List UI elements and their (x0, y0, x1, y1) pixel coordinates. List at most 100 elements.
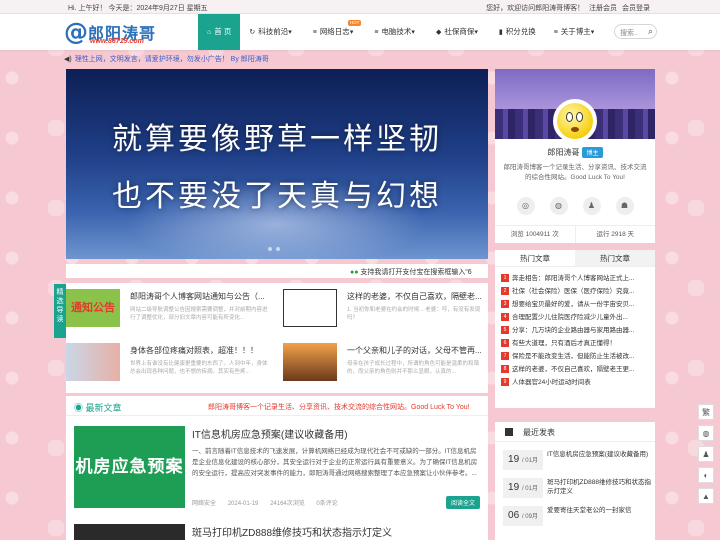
contrast-toggle-icon[interactable]: ◐ (698, 467, 714, 483)
banner-slider[interactable]: 就算要像野草一样坚韧 也不要没了天真与幻想 (66, 69, 488, 259)
nav-item-insurance[interactable]: ◆ 社保商保 ▾ (427, 14, 490, 50)
ticker-text: 支持我请打开支付宝在搜索框输入“6 (360, 269, 472, 276)
social-links: ◎ ◍ ♟ ☗ (495, 197, 655, 215)
chevron-down-icon: ▾ (474, 29, 478, 36)
card-father[interactable]: 一个父亲和儿子的对话，父母不管再... 母亲在孩子成长过程中，所谓的角色可能是温… (283, 341, 488, 389)
list-item[interactable]: 5 分享：几万块的企业路由器与家用路由器... (501, 324, 649, 337)
post-title[interactable]: 斑马打印机ZD888维修技巧和状态指示灯定义 (192, 524, 392, 539)
views-count: 浏览 1004911 次 (495, 226, 576, 243)
post-category[interactable]: 网络安全 (192, 501, 216, 507)
search-icon[interactable]: ⌕ (648, 26, 653, 37)
recent-title[interactable]: 斑马打印机ZD888维修技巧和状态指示灯定义 (547, 478, 651, 496)
bookmark-icon: ▮ (498, 29, 503, 36)
tab-related[interactable]: 热门文章 (575, 250, 655, 266)
recent-header: 最近发表 (495, 422, 655, 442)
post-thumb[interactable] (74, 524, 185, 540)
list-item[interactable]: 7 保险是不能改变生活，但能防止生活被改... (501, 350, 649, 363)
nav-item-points[interactable]: ▮ 积分兑换 (490, 14, 545, 50)
avatar[interactable] (553, 99, 597, 143)
account-links: 您好，欢迎访问郎阳涛哥博客！ 注册会员 会员登录 (483, 3, 650, 13)
list-item[interactable]: 3 想要给宝贝最好的爱，请从一份宇宙安贝... (501, 298, 649, 311)
profile-desc: 郎阳涛哥博客一个记录生活、分享资讯、技术交流的综合性网站。Good Luck T… (503, 164, 647, 181)
nav-item-tech[interactable]: ↻ 科技前沿 ▾ (240, 14, 303, 50)
slider-dot[interactable] (276, 247, 280, 251)
list-item[interactable]: 8 这样的老婆，不仅自己喜欢，隔壁老王更... (501, 363, 649, 376)
recent-title[interactable]: 爱要寄往天堂老公的一封家信 (547, 506, 651, 515)
login-link[interactable]: 会员登录 (622, 5, 650, 12)
uptime-count: 运行 2918 天 (596, 231, 635, 238)
back-to-top-button[interactable]: ▲ (698, 488, 714, 504)
hot-list: 1 奔走相告：郎阳涛哥个人博客网站正式上... 2 社保（社会保险）医保（医疗保险）… (495, 267, 655, 389)
chevron-down-icon: ▾ (411, 29, 415, 36)
card-title[interactable]: 一个父亲和儿子的对话，父母不管再... (347, 345, 485, 356)
home-icon: ⌂ (207, 29, 212, 36)
scrolling-ticker: ●● 支持我请打开支付宝在搜索框输入“6 (66, 264, 488, 278)
latest-header: ◉ 最新文章 郎阳涛哥博客一个记录生活、分享资讯、技术交流的综合性网站。Good… (66, 396, 488, 416)
welcome-text: 您好，欢迎访问郎阳涛哥博客！ (486, 5, 585, 12)
logo-url: www.86719.com (90, 38, 144, 45)
wechat-icon[interactable]: ◍ (549, 197, 568, 215)
list-item[interactable]: 1 奔走相告：郎阳涛哥个人博客网站正式上... (501, 272, 649, 285)
slider-dot[interactable] (268, 247, 272, 251)
post-date: 2024-01-19 (227, 501, 259, 507)
traditional-chinese-toggle[interactable]: 繁 (698, 404, 714, 420)
qq-icon[interactable]: ♟ (582, 197, 601, 215)
recent-item[interactable]: 19 / 01月 斑马打印机ZD888维修技巧和状态指示灯定义 (503, 476, 651, 502)
list-item[interactable]: 4 合理配置少儿住院医疗险减少儿童外出... (501, 311, 649, 324)
register-link[interactable]: 注册会员 (589, 5, 617, 12)
recent-item[interactable]: 19 / 01月 IT信息机房应急预案(建议收藏备用) (503, 448, 651, 474)
notice-text: 理性上网，文明发言，请爱护环境，勿发小广告！ By 郎阳涛哥 (74, 56, 269, 63)
post-title[interactable]: IT信息机房应急预案(建议收藏备用) (192, 426, 348, 441)
latest-posts: ◉ 最新文章 郎阳涛哥博客一个记录生活、分享资讯、技术交流的综合性网站。Good… (66, 396, 488, 540)
nav-item-home[interactable]: ⌂ 首 页 (198, 14, 241, 50)
post-thumb[interactable]: 机房应急预案 (74, 426, 185, 508)
blogger-badge: 博主 (582, 147, 603, 158)
author-profile: 郎阳涛哥 博主 郎阳涛哥博客一个记录生活、分享资讯、技术交流的综合性网站。Good… (495, 69, 655, 243)
hot-articles-box: 热门文章 热门文章 1 奔走相告：郎阳涛哥个人博客网站正式上... 2 社保（社会保… (495, 250, 655, 408)
hot-badge: HOT (347, 20, 362, 26)
list-item[interactable]: 2 社保（社会保险）医保（医疗保险）究竟... (501, 285, 649, 298)
card-desc: 网站二级导航调整公告因搜索需要调整，并对前期内容进行了调整优化，部分旧文章内容可… (130, 307, 268, 321)
card-notice[interactable]: 通知公告 郎阳涛哥个人博客网站通知与公告（... 网站二级导航调整公告因搜索需要… (66, 287, 271, 335)
card-thumb (66, 343, 120, 381)
main-nav: ⌂ 首 页 ↻ 科技前沿 ▾ HOT ≡ 网络日志 ▾ ≡ 电脑技术 ▾ ◆ 社保商保 ▾ … (198, 14, 606, 50)
recent-date: 19 / 01月 (503, 450, 543, 470)
read-more-button[interactable]: 阅读全文 (445, 496, 480, 509)
slider-dots[interactable] (266, 244, 282, 253)
card-title[interactable]: 郎阳涛哥个人博客网站通知与公告（... (130, 291, 268, 302)
list-icon: ≡ (312, 29, 317, 36)
card-title[interactable]: 这样的老婆，不仅自己喜欢，隔壁老... (347, 291, 485, 302)
nav-item-pc[interactable]: ≡ 电脑技术 ▾ (365, 14, 427, 50)
post-comments[interactable]: 0条评论 (316, 501, 337, 507)
tab-hot[interactable]: 热门文章 (495, 250, 575, 266)
chevron-down-icon: ▾ (590, 29, 595, 36)
card-wife[interactable]: 这样的老婆，不仅自己喜欢，隔壁老... 1. 当初你和老婆在约会的时候... 老… (283, 287, 488, 335)
card-thumb: 通知公告 (66, 289, 120, 327)
group-icon[interactable]: ☗ (615, 197, 634, 215)
list-item[interactable]: 6 有些大道理，只有酒后才真正懂得！ (501, 337, 649, 350)
dot-icon: ●● (350, 269, 359, 276)
card-desc: 世界上有谁没有比健康更重要的东西了。人到中年，身体总会出现各种问题，也不想的疾病… (130, 361, 268, 375)
list-item[interactable]: 9 人体器官24小时运动时间表 (501, 376, 649, 389)
post-views: 24164次浏览 (270, 501, 305, 507)
at-logo-icon: @ (64, 18, 88, 46)
profile-name-row: 郎阳涛哥 博主 (495, 147, 655, 158)
recent-item[interactable]: 06 / 09月 爱要寄往天堂老公的一封家信 (503, 504, 651, 530)
card-title[interactable]: 身体各部位疼痛对照表，超准！！！ (130, 345, 268, 356)
wechat-float-button[interactable]: ◍ (698, 425, 714, 441)
qq-float-button[interactable]: ♟ (698, 446, 714, 462)
card-pain[interactable]: 身体各部位疼痛对照表，超准！！！ 世界上有谁没有比健康更重要的东西了。人到中年，… (66, 341, 271, 389)
latest-slogan: 郎阳涛哥博客一个记录生活、分享资讯、技术交流的综合性网站。Good Luck T… (208, 404, 470, 411)
banner-line-1: 就算要像野草一样坚韧 (112, 122, 442, 157)
weibo-icon[interactable]: ◎ (516, 197, 535, 215)
nav-item-blog[interactable]: HOT ≡ 网络日志 ▾ (304, 14, 366, 50)
featured-side-tab[interactable]: 精选导读 (54, 284, 66, 338)
card-desc: 母亲在孩子成长过程中，所谓的角色可能是温柔的和蔼的，而父亲的角色则并不那么显眼，… (347, 361, 480, 375)
nav-item-about[interactable]: ≡ 关于博主 ▾ (545, 14, 607, 50)
date-greeting: Hi. 上午好！ 今天是：2024年9月27日 星期五 (68, 5, 208, 12)
site-logo[interactable]: @ 郎阳涛哥 www.86719.com (64, 19, 176, 47)
post-meta: 网络安全 2024-01-19 24164次浏览 0条评论 (192, 498, 480, 507)
recent-title[interactable]: IT信息机房应急预案(建议收藏备用) (547, 450, 651, 459)
speaker-icon: ◀) (64, 56, 72, 63)
search-input[interactable]: 搜索.. ⌕ (614, 24, 657, 39)
